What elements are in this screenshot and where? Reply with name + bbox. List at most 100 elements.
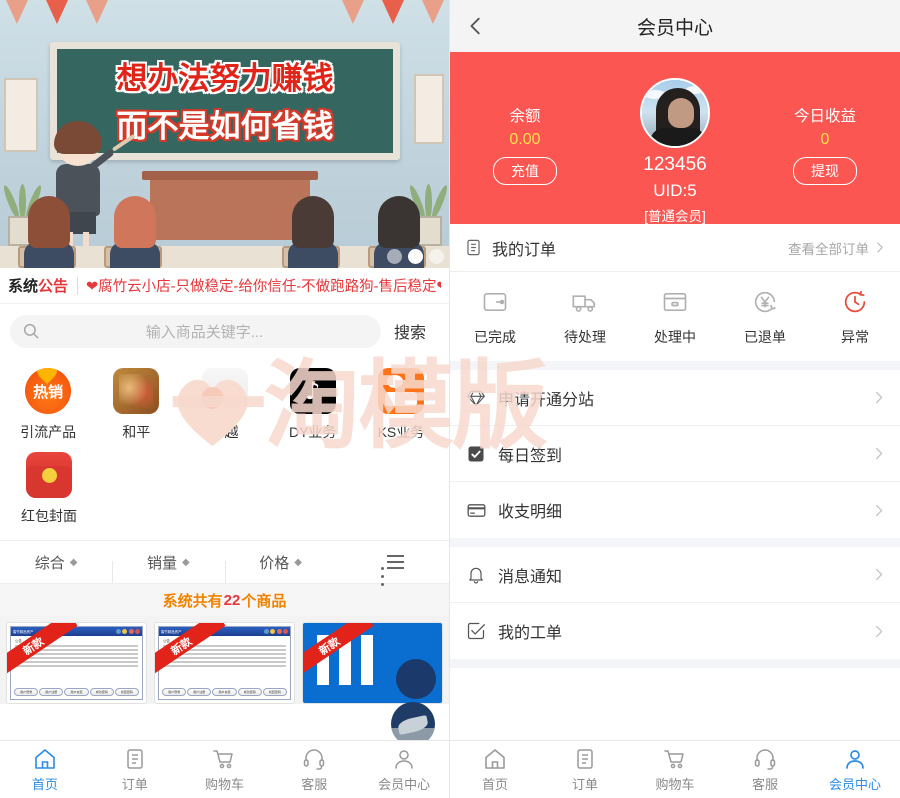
banner-flag-1 xyxy=(6,0,28,24)
menu-item-label: 申请开通分站 xyxy=(498,391,595,409)
sort-tab-sales[interactable]: 销量 ◆ xyxy=(112,552,224,583)
banner-pagination-dots[interactable] xyxy=(387,249,444,264)
category-item-crossfire[interactable]: 穿越 xyxy=(180,362,268,446)
category-label: KS业务 xyxy=(377,424,425,440)
recharge-button[interactable]: 充值 xyxy=(493,157,557,185)
category-item-hot[interactable]: 热销 引流产品 xyxy=(4,362,92,446)
category-item-kuaishou[interactable]: KS业务 xyxy=(357,362,445,446)
search-button[interactable]: 搜索 xyxy=(381,319,439,343)
product-window-titlebar: 腐竹精品资产 xyxy=(159,627,290,636)
order-icon xyxy=(122,747,148,771)
crossfire-game-icon xyxy=(201,368,248,414)
douyin-icon: ♪ xyxy=(289,368,336,414)
user-id: UID:5 xyxy=(653,181,697,200)
sort-tab-price[interactable]: 价格 ◆ xyxy=(224,552,337,583)
tab-label: 购物车 xyxy=(655,776,695,792)
order-status-label: 已完成 xyxy=(474,329,516,345)
product-card[interactable]: 新款 xyxy=(302,622,443,704)
headset-icon xyxy=(752,747,778,771)
user-icon xyxy=(842,747,868,771)
avatar[interactable] xyxy=(640,78,710,148)
withdraw-button[interactable]: 提现 xyxy=(793,157,857,185)
order-status-abnormal[interactable]: 异常 xyxy=(810,288,900,347)
order-status-pending[interactable]: 待处理 xyxy=(540,288,630,347)
count-prefix: 系统共有 xyxy=(162,592,223,610)
category-label: DY业务 xyxy=(288,424,337,440)
menu-item-transactions[interactable]: 收支明细 xyxy=(450,482,900,538)
banner-poster-left xyxy=(4,78,38,152)
tab-label: 会员中心 xyxy=(378,776,431,792)
product-tab: 用户注册 xyxy=(39,688,64,696)
banner-student-1 xyxy=(22,196,76,268)
income-block: 今日收益 0 提现 xyxy=(750,78,900,185)
tab-member[interactable]: 会员中心 xyxy=(359,741,449,798)
product-card[interactable]: 腐竹精品资产 公告 用户登录 用户注册 用户充值 成功密码 找回密码 新款 xyxy=(154,622,295,704)
sort-tab-comprehensive[interactable]: 综合 ◆ xyxy=(0,552,112,573)
tab-label: 购物车 xyxy=(204,776,244,792)
notice-tag: 系统公告 xyxy=(8,275,77,296)
menu-item-label: 我的工单 xyxy=(498,625,563,642)
category-item-peace[interactable]: 和平 xyxy=(92,362,180,446)
order-status-row: 已完成 待处理 处理中 已退单 异常 xyxy=(450,272,900,361)
tab-support[interactable]: 客服 xyxy=(269,741,359,798)
product-window-tabs: 用户登录 用户注册 用户充值 成功密码 找回密码 xyxy=(14,688,140,696)
menu-item-label: 消息通知 xyxy=(498,568,563,586)
tab-home[interactable]: 首页 xyxy=(450,741,540,798)
search-input-wrapper[interactable]: 输入商品关键字... xyxy=(10,314,381,348)
menu-item-notifications[interactable]: 消息通知 xyxy=(450,547,900,603)
chevron-right-icon xyxy=(871,503,886,518)
orders-section: 我的订单 查看全部订单 已完成 待处理 处理中 已退单 异常 xyxy=(450,224,900,361)
search-icon xyxy=(22,322,40,340)
notice-tag-black: 系统 xyxy=(8,278,39,295)
processing-box-icon xyxy=(660,288,690,316)
tab-member[interactable]: 会员中心 xyxy=(810,741,900,798)
menu-item-my-tickets[interactable]: 我的工单 xyxy=(450,603,900,659)
balance-label: 余额 xyxy=(509,108,541,125)
category-label: 穿越 xyxy=(210,424,239,440)
hero-banner[interactable]: 想办法努力赚钱 而不是如何省钱 xyxy=(0,0,449,268)
tab-cart[interactable]: 购物车 xyxy=(630,741,720,798)
tab-orders[interactable]: 订单 xyxy=(540,741,630,798)
sort-label: 价格 xyxy=(259,554,290,572)
tab-label: 会员中心 xyxy=(828,776,881,792)
menu-group-1: 申请开通分站 每日签到 收支明细 xyxy=(450,370,900,538)
order-status-completed[interactable]: 已完成 xyxy=(450,288,540,347)
hot-sale-icon: 热销 xyxy=(25,368,72,414)
order-status-processing[interactable]: 处理中 xyxy=(630,288,720,347)
banner-flag-4 xyxy=(342,0,364,24)
banner-student-3 xyxy=(286,196,340,268)
sort-label: 综合 xyxy=(34,554,65,572)
section-gap-bottom xyxy=(450,659,900,668)
tab-cart[interactable]: 购物车 xyxy=(180,741,270,798)
list-view-toggle[interactable] xyxy=(337,551,449,586)
red-packet-icon xyxy=(26,452,72,498)
tab-home[interactable]: 首页 xyxy=(0,741,90,798)
tab-support[interactable]: 客服 xyxy=(720,741,810,798)
view-all-orders-link[interactable]: 查看全部订单 xyxy=(788,238,886,258)
menu-item-apply-substation[interactable]: 申请开通分站 xyxy=(450,370,900,426)
product-window-titlebar: 腐竹精品资产 xyxy=(11,627,142,636)
category-item-douyin[interactable]: ♪ DY业务 xyxy=(269,362,357,446)
navigation-bar: 会员中心 xyxy=(450,0,900,52)
order-status-refunded[interactable]: 已退单 xyxy=(720,288,810,347)
banner-line-1: 想办法努力赚钱 xyxy=(116,61,334,96)
chevron-right-icon xyxy=(873,241,886,254)
tab-label: 客服 xyxy=(751,776,778,792)
product-tab: 用户登录 xyxy=(162,688,187,696)
banner-student-2 xyxy=(108,196,162,268)
product-tab: 找回密码 xyxy=(262,688,288,696)
username: 123456 xyxy=(643,154,707,175)
menu-item-daily-checkin[interactable]: 每日签到 xyxy=(450,426,900,482)
user-icon xyxy=(391,747,417,771)
category-row-1: 热销 引流产品 和平 穿越 ♪ DY业务 KS业务 xyxy=(4,362,445,446)
category-item-redpacket[interactable]: 红包封面 xyxy=(4,446,94,530)
system-notice-bar[interactable]: 系统公告 ❤腐竹云小店-只做稳定-给你信任-不做跑路狗-售后稳定❤ xyxy=(0,268,449,304)
product-tab: 找回密码 xyxy=(114,688,140,696)
abnormal-clock-icon xyxy=(840,288,870,316)
dual-panel-screenshot: 想办法努力赚钱 而不是如何省钱 系统公告 ❤腐竹云小店-只做稳定-给你信任-不做… xyxy=(0,0,900,798)
tab-orders[interactable]: 订单 xyxy=(90,741,180,798)
pending-truck-icon xyxy=(570,288,600,316)
product-card[interactable]: 腐竹精品资产 公告 用户登录 用户注册 用户充值 成功密码 找回密码 新款 xyxy=(6,622,147,704)
sort-caret-icon: ◆ xyxy=(182,556,190,568)
banner-blackboard: 想办法努力赚钱 而不是如何省钱 xyxy=(50,42,400,160)
